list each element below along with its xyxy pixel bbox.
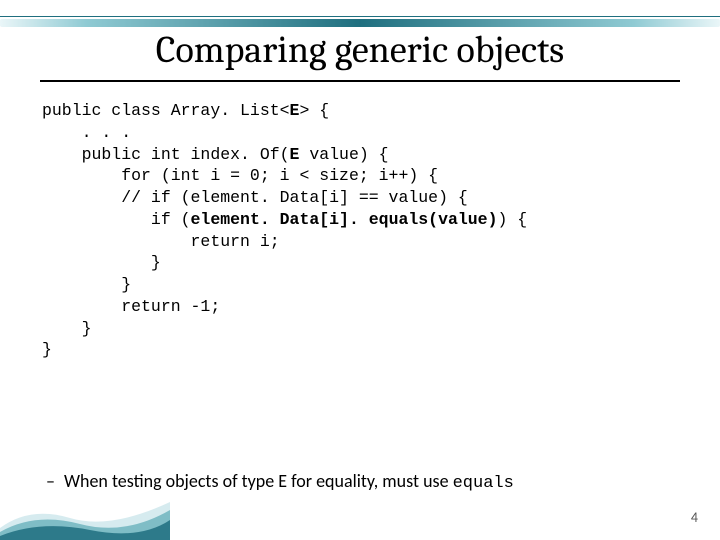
- code-text: > {: [299, 101, 329, 120]
- top-gradient-band: [0, 19, 720, 27]
- code-line-6: if (element. Data[i]. equals(value)) {: [42, 210, 527, 229]
- code-line-12: }: [42, 340, 52, 359]
- code-line-8: }: [42, 253, 161, 272]
- code-text: if (: [42, 210, 191, 229]
- decorative-wave-icon: [0, 498, 170, 540]
- code-line-9: }: [42, 275, 131, 294]
- code-line-4: for (int i = 0; i < size; i++) {: [42, 166, 438, 185]
- code-text: public int index. Of(: [42, 145, 290, 164]
- code-equals-call: element. Data[i]. equals(value): [191, 210, 498, 229]
- slide-title: Comparing generic objects: [0, 28, 720, 72]
- bullet-text: When testing objects of type E for equal…: [64, 470, 453, 492]
- code-line-2: . . .: [42, 123, 131, 142]
- code-line-7: return i;: [42, 232, 280, 251]
- code-generic-e: E: [290, 145, 300, 164]
- top-thin-line: [0, 16, 720, 17]
- code-generic-e: E: [290, 101, 300, 120]
- title-underline: [40, 80, 680, 82]
- code-line-1: public class Array. List<E> {: [42, 101, 329, 120]
- code-line-11: }: [42, 319, 92, 338]
- top-accent-bar: [0, 16, 720, 26]
- bullet-mono-equals: equals: [453, 474, 514, 493]
- code-text: ) {: [497, 210, 527, 229]
- code-block: public class Array. List<E> { . . . publ…: [42, 100, 700, 361]
- code-text: public class Array. List<: [42, 101, 290, 120]
- code-line-10: return -1;: [42, 297, 220, 316]
- bullet-note: –When testing objects of type E for equa…: [46, 470, 680, 493]
- page-number: 4: [691, 509, 698, 526]
- code-line-3: public int index. Of(E value) {: [42, 145, 389, 164]
- code-text: value) {: [299, 145, 388, 164]
- bullet-dash: –: [46, 470, 64, 492]
- code-line-5: // if (element. Data[i] == value) {: [42, 188, 468, 207]
